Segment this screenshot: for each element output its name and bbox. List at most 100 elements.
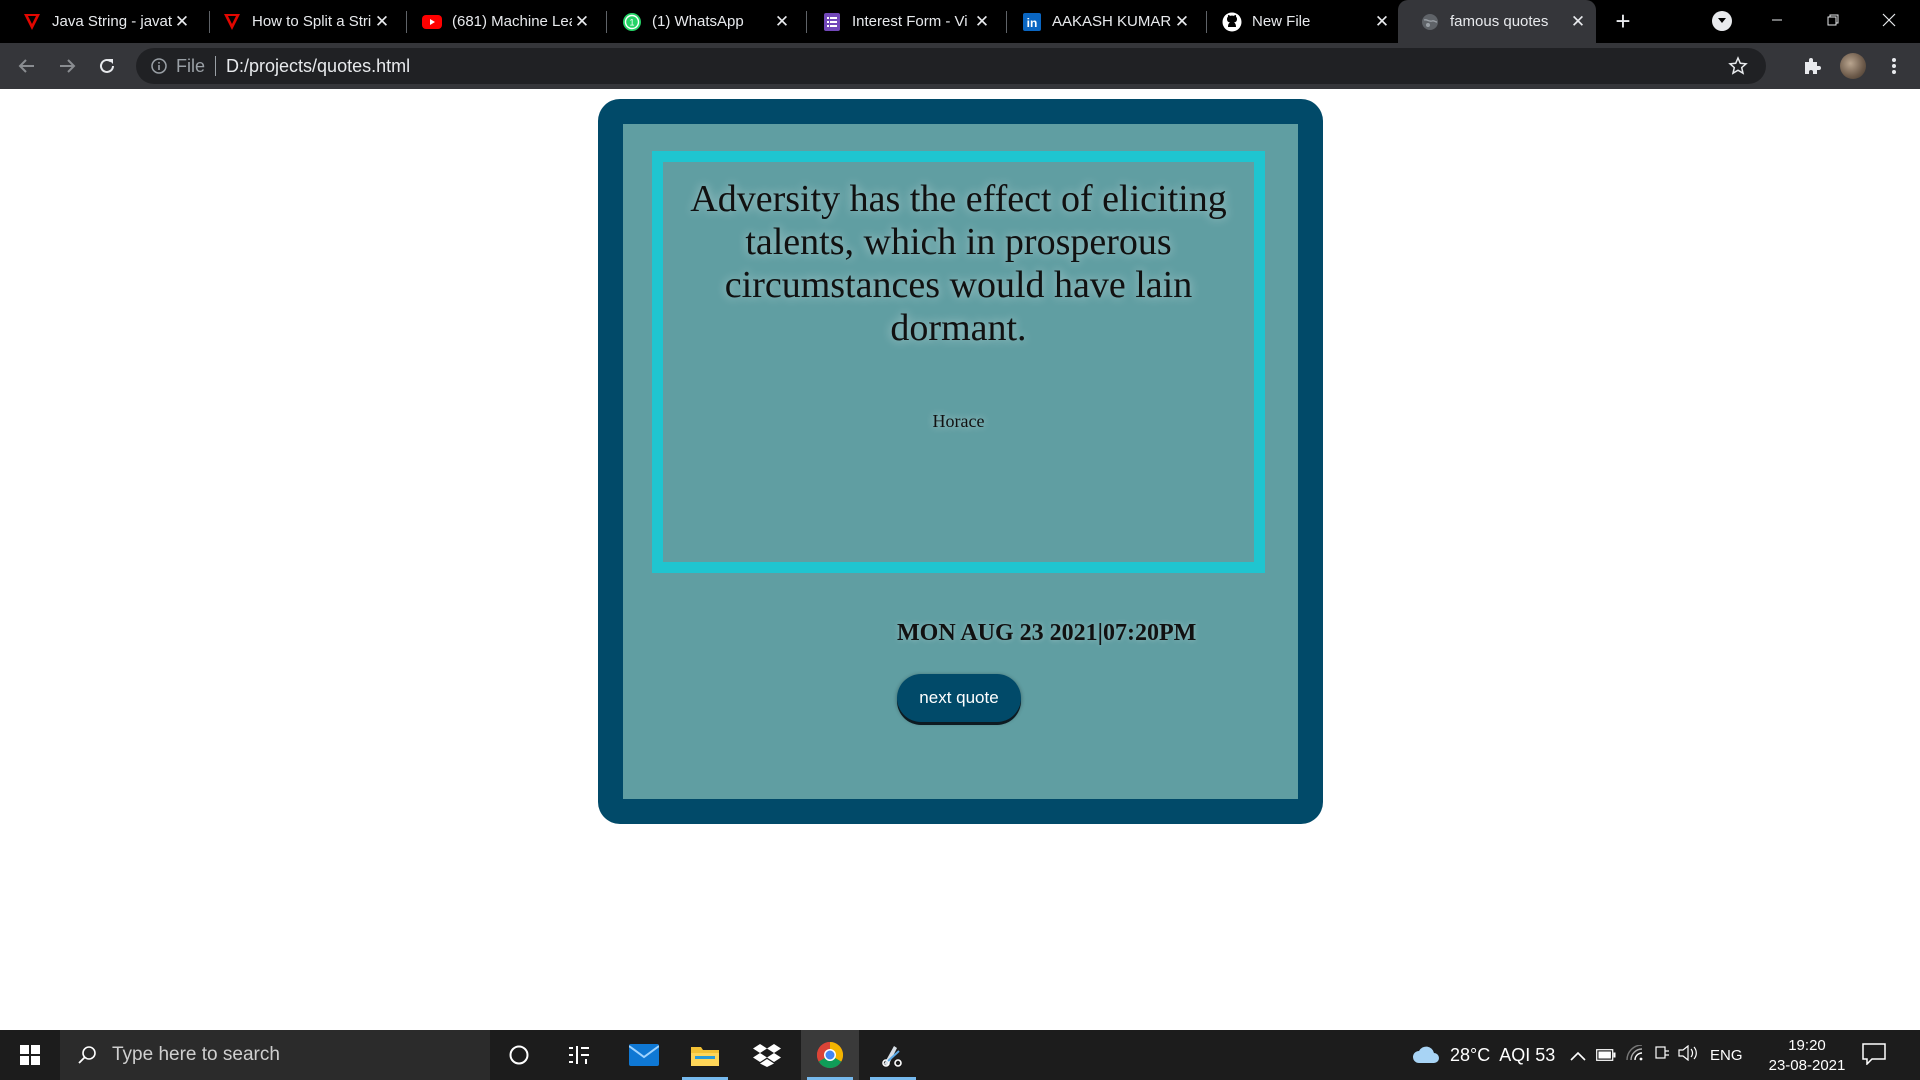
tab-label: (1) WhatsApp bbox=[652, 13, 744, 30]
close-icon[interactable]: ✕ bbox=[1172, 12, 1192, 32]
close-window-button[interactable] bbox=[1861, 0, 1917, 40]
taskbar-snipping-tool[interactable] bbox=[864, 1030, 922, 1080]
youtube-icon bbox=[422, 12, 442, 32]
windows-logo-icon bbox=[20, 1045, 40, 1065]
javatpoint-icon bbox=[22, 12, 42, 32]
tab-label: Java String - javat bbox=[52, 13, 172, 30]
url-scheme-label: File bbox=[176, 55, 206, 76]
task-view-button[interactable] bbox=[550, 1030, 608, 1080]
task-view-icon bbox=[569, 1046, 589, 1064]
javatpoint-icon bbox=[222, 12, 242, 32]
tab-github-new-file[interactable]: New File ✕ bbox=[1200, 0, 1400, 43]
search-icon bbox=[76, 1044, 98, 1066]
url-divider bbox=[215, 56, 217, 76]
clock-time: 19:20 bbox=[1788, 1037, 1826, 1054]
tab-interest-form[interactable]: Interest Form - Vi ✕ bbox=[800, 0, 1000, 43]
quote-author: Horace bbox=[932, 411, 985, 431]
new-tab-button[interactable]: + bbox=[1610, 8, 1636, 35]
tab-label: Interest Form - Vi bbox=[852, 13, 968, 30]
close-icon[interactable]: ✕ bbox=[372, 12, 392, 32]
reload-button[interactable] bbox=[92, 51, 122, 81]
svg-text:in: in bbox=[1027, 16, 1038, 30]
cortana-circle-icon bbox=[509, 1045, 529, 1065]
close-icon[interactable]: ✕ bbox=[772, 12, 792, 32]
address-bar[interactable]: File D:/projects/quotes.html bbox=[136, 48, 1766, 84]
quote-card-frame: Adversity has the effect of eliciting ta… bbox=[598, 99, 1323, 824]
browser-toolbar: File D:/projects/quotes.html bbox=[0, 43, 1920, 89]
weather-widget[interactable]: 28°C AQI 53 bbox=[1412, 1030, 1555, 1080]
close-icon bbox=[1882, 13, 1896, 27]
plug-icon[interactable] bbox=[1654, 1045, 1670, 1066]
notification-icon bbox=[1862, 1043, 1886, 1066]
forward-button[interactable] bbox=[52, 51, 82, 81]
folder-icon bbox=[691, 1047, 719, 1066]
close-icon[interactable]: ✕ bbox=[972, 12, 992, 32]
taskbar-clock[interactable]: 19:20 23-08-2021 bbox=[1762, 1036, 1852, 1076]
minimize-icon bbox=[1772, 19, 1782, 21]
next-quote-button[interactable]: next quote bbox=[897, 674, 1021, 722]
system-tray-icons: ENG bbox=[1570, 1030, 1743, 1080]
taskbar-search-box[interactable]: Type here to search bbox=[60, 1030, 490, 1080]
quote-text: Adversity has the effect of eliciting ta… bbox=[690, 178, 1227, 349]
quote-box: Adversity has the effect of eliciting ta… bbox=[652, 151, 1265, 573]
tab-split-string[interactable]: How to Split a Stri ✕ bbox=[200, 0, 400, 43]
clock-date: 23-08-2021 bbox=[1768, 1057, 1846, 1074]
weather-temperature: 28°C bbox=[1450, 1044, 1491, 1065]
svg-text:1: 1 bbox=[629, 17, 634, 27]
arrow-left-icon bbox=[18, 59, 34, 73]
wifi-icon[interactable] bbox=[1626, 1043, 1644, 1066]
info-icon[interactable] bbox=[150, 57, 168, 75]
browser-tab-strip: Java String - javat ✕ How to Split a Str… bbox=[0, 0, 1920, 43]
tab-search-button[interactable] bbox=[1712, 11, 1732, 31]
snipping-tool-icon bbox=[882, 1046, 902, 1067]
tab-youtube[interactable]: (681) Machine Lea ✕ bbox=[400, 0, 600, 43]
dropbox-icon bbox=[753, 1044, 781, 1067]
chevron-down-icon bbox=[1717, 12, 1727, 30]
close-icon[interactable]: ✕ bbox=[172, 12, 192, 32]
cloud-icon bbox=[1413, 1046, 1439, 1063]
taskbar-dropbox[interactable] bbox=[738, 1030, 796, 1080]
linkedin-icon: in bbox=[1022, 12, 1042, 32]
minimize-button[interactable] bbox=[1749, 0, 1805, 40]
cortana-button[interactable] bbox=[490, 1030, 548, 1080]
chrome-icon bbox=[816, 1041, 844, 1069]
whatsapp-icon: 1 bbox=[622, 12, 642, 32]
extensions-button[interactable] bbox=[1800, 54, 1824, 78]
taskbar-file-explorer[interactable] bbox=[676, 1030, 734, 1080]
taskbar-chrome[interactable] bbox=[801, 1030, 859, 1080]
tab-linkedin[interactable]: in AAKASH KUMAR ✕ bbox=[1000, 0, 1200, 43]
url-text[interactable]: D:/projects/quotes.html bbox=[226, 56, 410, 77]
notification-center-button[interactable] bbox=[1862, 1043, 1888, 1067]
reload-icon bbox=[100, 58, 114, 73]
search-placeholder: Type here to search bbox=[112, 1044, 280, 1065]
tab-famous-quotes[interactable]: famous quotes ✕ bbox=[1398, 0, 1596, 43]
more-vertical-icon bbox=[1892, 58, 1896, 74]
github-icon bbox=[1222, 12, 1242, 32]
current-datetime: MON AUG 23 2021|07:20PM bbox=[897, 620, 1197, 646]
tab-label: (681) Machine Lea bbox=[452, 13, 572, 30]
battery-icon[interactable] bbox=[1596, 1045, 1616, 1066]
language-indicator[interactable]: ENG bbox=[1710, 1047, 1743, 1064]
weather-aqi: AQI 53 bbox=[1499, 1044, 1556, 1065]
bookmark-star-icon[interactable] bbox=[1728, 56, 1748, 76]
globe-icon bbox=[1420, 12, 1440, 32]
arrow-right-icon bbox=[60, 59, 76, 73]
tab-whatsapp[interactable]: 1 (1) WhatsApp ✕ bbox=[600, 0, 800, 43]
chevron-up-icon[interactable] bbox=[1570, 1045, 1586, 1066]
forms-icon bbox=[822, 12, 842, 32]
tab-label: AAKASH KUMAR bbox=[1052, 13, 1172, 30]
quote-card-panel: Adversity has the effect of eliciting ta… bbox=[623, 124, 1298, 799]
restore-button[interactable] bbox=[1805, 0, 1861, 40]
tab-java-string[interactable]: Java String - javat ✕ bbox=[0, 0, 200, 43]
puzzle-icon bbox=[1805, 58, 1821, 74]
close-icon[interactable]: ✕ bbox=[572, 12, 592, 32]
back-button[interactable] bbox=[12, 51, 42, 81]
restore-icon bbox=[1827, 14, 1839, 26]
browser-menu-button[interactable] bbox=[1882, 54, 1906, 78]
speaker-icon[interactable] bbox=[1678, 1044, 1698, 1066]
start-button[interactable] bbox=[0, 1030, 60, 1080]
taskbar-mail-app[interactable] bbox=[615, 1030, 673, 1080]
profile-avatar[interactable] bbox=[1840, 53, 1866, 79]
close-icon[interactable]: ✕ bbox=[1372, 12, 1392, 32]
close-icon[interactable]: ✕ bbox=[1568, 12, 1588, 32]
